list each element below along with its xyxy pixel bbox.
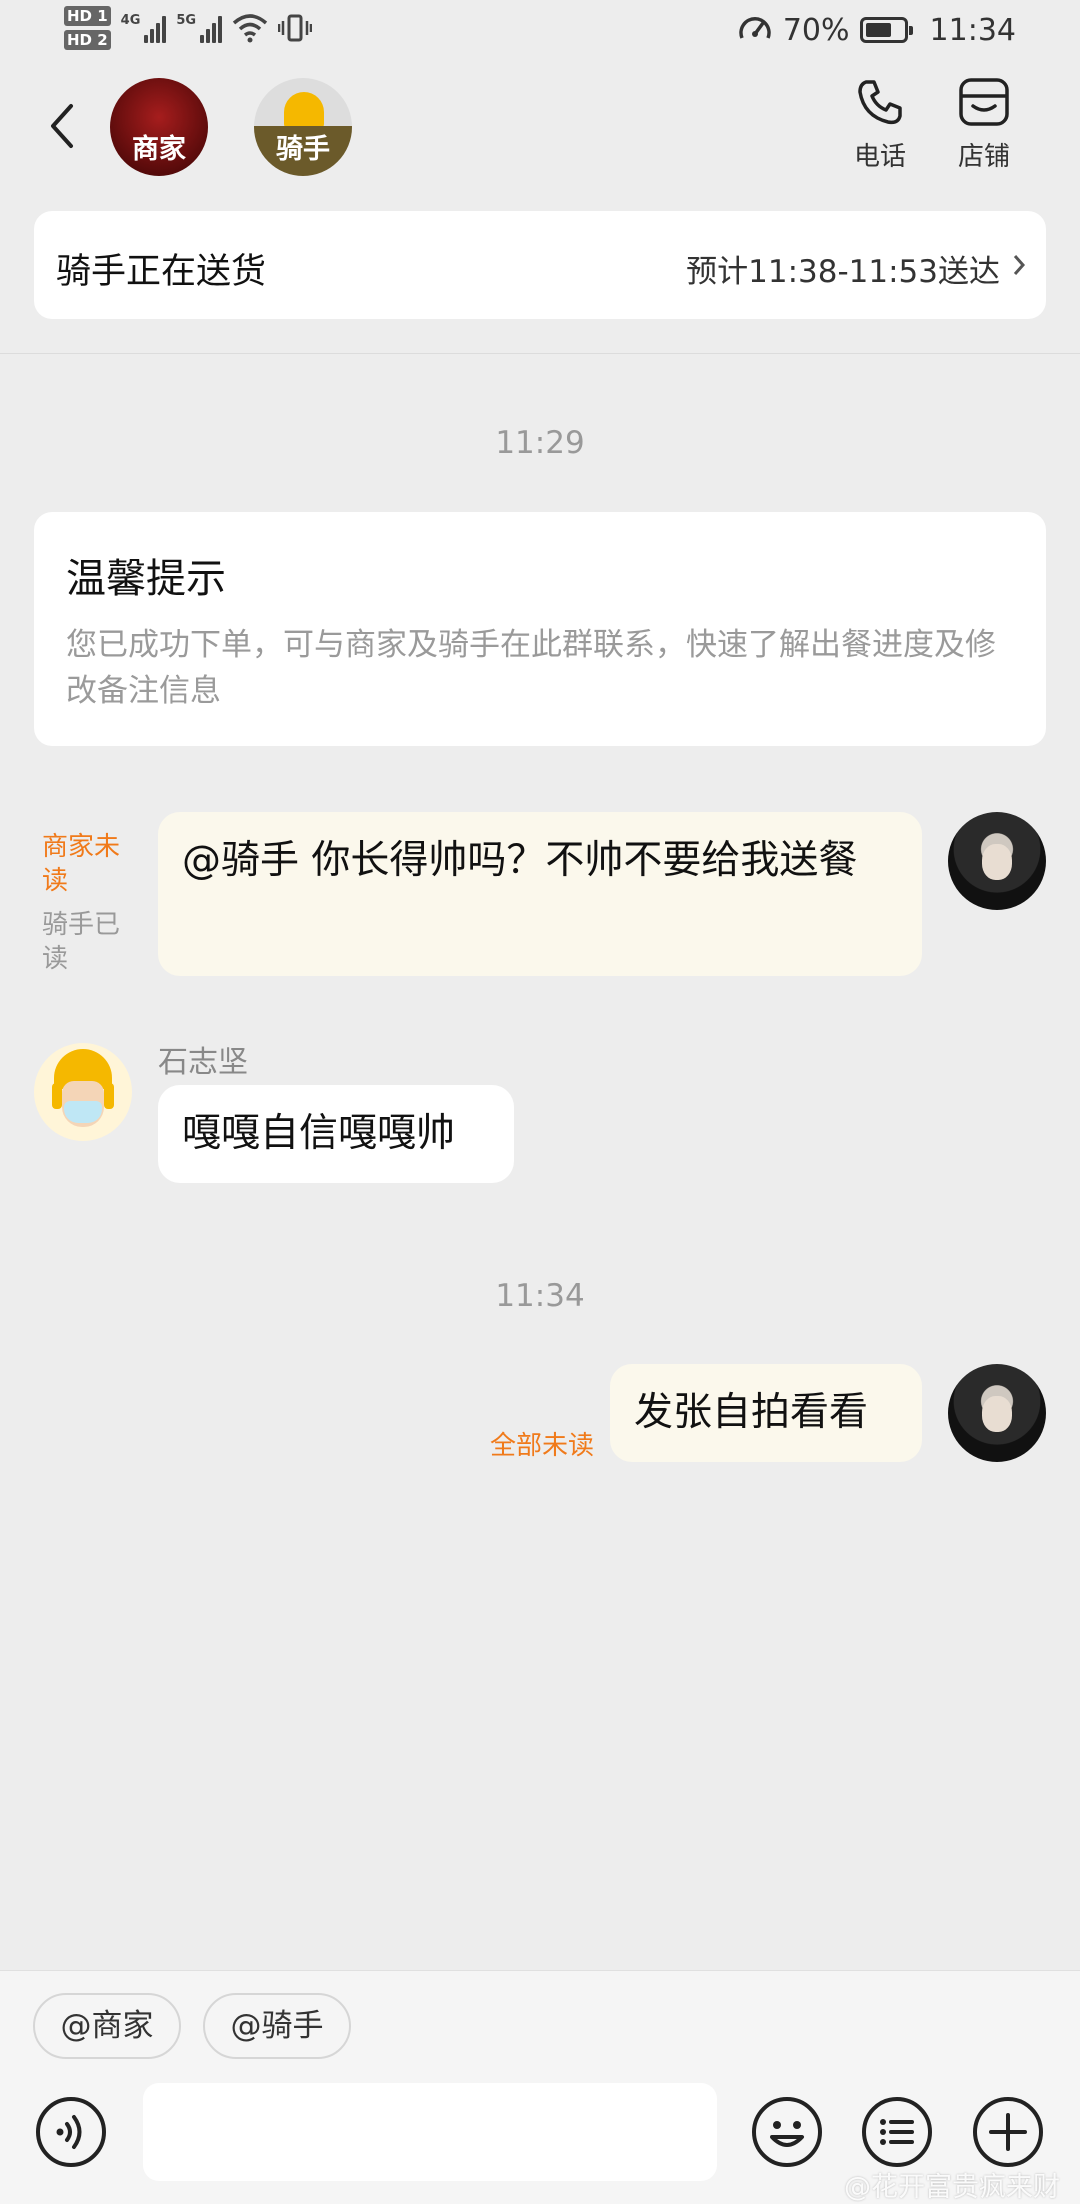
message-bubble[interactable]: @骑手 你长得帅吗？不帅不要给我送餐	[158, 812, 922, 976]
speed-gauge-icon	[739, 17, 771, 39]
status-bar: HD 1 HD 2 4G 5G 70% 11:34	[0, 0, 1080, 70]
network-type-label: 5G	[176, 13, 197, 28]
voice-icon	[36, 2097, 106, 2167]
battery-icon	[859, 17, 913, 43]
user-avatar[interactable]	[948, 812, 1046, 910]
hd1-badge: HD 1	[64, 6, 111, 26]
quick-reply-button[interactable]	[860, 2095, 934, 2169]
status-left: HD 1 HD 2 4G 5G	[64, 6, 313, 50]
shop-label: 店铺	[957, 142, 1010, 172]
user-avatar[interactable]	[948, 1364, 1046, 1462]
hd2-badge: HD 2	[64, 30, 111, 50]
merchant-avatar-label: 商家	[132, 134, 186, 165]
voice-button[interactable]	[34, 2095, 108, 2169]
vibrate-icon	[278, 14, 313, 42]
tip-body: 您已成功下单，可与商家及骑手在此群联系，快速了解出餐进度及修改备注信息	[66, 627, 996, 709]
timestamp: 11:34	[495, 1278, 585, 1314]
chat-header: 商家 骑手 电话 店铺	[0, 70, 1080, 190]
store-icon	[959, 78, 1009, 126]
timestamp: 11:29	[495, 425, 585, 461]
battery-percent: 70%	[782, 12, 850, 48]
tip-card: 温馨提示 您已成功下单，可与商家及骑手在此群联系，快速了解出餐进度及修改备注信息	[34, 512, 1046, 746]
add-button[interactable]	[971, 2095, 1045, 2169]
signal-5g-icon: 5G	[176, 13, 223, 43]
header-divider	[0, 353, 1080, 354]
shop-button[interactable]: 店铺	[944, 76, 1024, 173]
back-icon	[51, 104, 73, 148]
network-type-label: 4G	[120, 13, 141, 28]
message-input[interactable]	[143, 2083, 717, 2181]
mention-rider-chip[interactable]: @骑手	[203, 1993, 351, 2059]
emoji-icon	[752, 2097, 822, 2167]
tip-title: 温馨提示	[66, 556, 226, 602]
merchant-read-status: 商家未读	[42, 832, 121, 896]
wifi-icon	[232, 14, 268, 43]
rider-message-avatar[interactable]	[34, 1043, 132, 1141]
merchant-avatar[interactable]: 商家	[110, 78, 208, 176]
clock: 11:34	[929, 12, 1016, 48]
message-bubble[interactable]: 发张自拍看看	[610, 1364, 922, 1462]
message-bubble[interactable]: 嘎嘎自信嘎嘎帅	[158, 1085, 514, 1183]
sender-name: 石志坚	[158, 1045, 248, 1080]
hd-indicators: HD 1 HD 2	[64, 6, 111, 50]
emoji-button[interactable]	[750, 2095, 824, 2169]
chat-screen: HD 1 HD 2 4G 5G 70% 11:34 商家 骑手 电话 店铺 骑手…	[0, 0, 1080, 2204]
delivery-eta: 预计11:38-11:53送达	[686, 254, 1000, 290]
rider-avatar[interactable]: 骑手	[254, 78, 352, 176]
rider-avatar-label: 骑手	[276, 134, 330, 165]
status-right: 70% 11:34	[737, 12, 1016, 48]
list-icon	[862, 2097, 932, 2167]
back-button[interactable]	[36, 96, 88, 156]
call-button[interactable]: 电话	[840, 76, 920, 173]
phone-icon	[858, 80, 902, 125]
mention-merchant-chip[interactable]: @商家	[33, 1993, 181, 2059]
delivery-status-text: 骑手正在送货	[56, 252, 267, 292]
all-unread-status: 全部未读	[490, 1431, 595, 1461]
delivery-status-card[interactable]: 骑手正在送货 预计11:38-11:53送达	[34, 211, 1046, 319]
add-icon	[973, 2097, 1043, 2167]
rider-read-status: 骑手已读	[42, 910, 121, 974]
signal-4g-icon: 4G	[121, 13, 167, 43]
chevron-right-icon	[1013, 255, 1026, 275]
call-label: 电话	[853, 142, 906, 172]
watermark: @花开富贵疯来财	[844, 2172, 1060, 2203]
